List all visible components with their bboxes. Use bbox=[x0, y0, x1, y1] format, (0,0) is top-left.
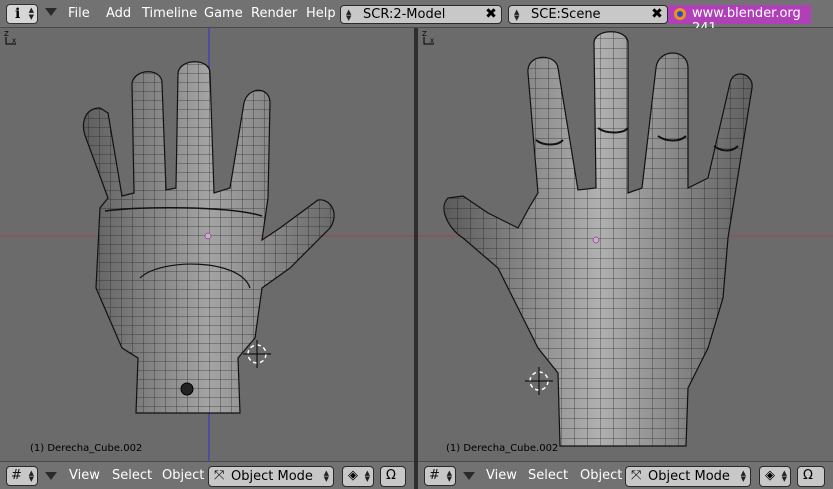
3d-cursor-icon bbox=[525, 367, 553, 395]
object-name-label: (1) Derecha_Cube.002 bbox=[446, 443, 559, 454]
menu-add[interactable]: Add bbox=[106, 6, 131, 21]
menu-object[interactable]: Object bbox=[580, 468, 622, 483]
up-down-icon: ▲ ▼ bbox=[323, 469, 329, 483]
scene-selector[interactable]: ▲ ▼ SCE:Scene ✖ bbox=[508, 5, 668, 24]
mode-selector[interactable]: ⤧ Object Mode ▲ ▼ bbox=[208, 466, 334, 487]
shading-icon: ◈ bbox=[765, 468, 775, 483]
up-down-icon: ▲ ▼ bbox=[514, 8, 520, 22]
up-down-icon: ▲ ▼ bbox=[446, 469, 452, 483]
svg-text:Z: Z bbox=[4, 30, 9, 38]
hand-mesh-back-view[interactable] bbox=[0, 28, 414, 461]
menu-timeline[interactable]: Timeline bbox=[142, 6, 197, 21]
up-down-icon: ▲ ▼ bbox=[28, 469, 34, 483]
info-icon: i bbox=[15, 6, 21, 22]
svg-text:Z: Z bbox=[422, 30, 427, 38]
menu-collapse-icon[interactable] bbox=[463, 472, 475, 480]
editor-type-button[interactable]: # ▲ ▼ bbox=[424, 466, 456, 486]
mode-label: Object Mode bbox=[648, 469, 730, 484]
hand-mesh-palm-view[interactable] bbox=[418, 28, 833, 461]
menu-file[interactable]: File bbox=[68, 6, 90, 21]
mode-label: Object Mode bbox=[231, 469, 313, 484]
menu-render[interactable]: Render bbox=[251, 6, 297, 21]
svg-text:X: X bbox=[430, 38, 434, 45]
svg-text:X: X bbox=[12, 38, 16, 45]
object-origin-marker bbox=[180, 382, 194, 396]
object-center-dot bbox=[592, 236, 600, 244]
shading-icon: ◈ bbox=[348, 468, 358, 483]
menu-select[interactable]: Select bbox=[112, 468, 152, 483]
object-name-label: (1) Derecha_Cube.002 bbox=[30, 443, 143, 454]
shading-selector[interactable]: ◈ ▲ ▼ bbox=[759, 466, 791, 487]
axis-icon: Z X bbox=[422, 30, 434, 45]
menu-collapse-icon[interactable] bbox=[45, 472, 57, 480]
grid-icon: # bbox=[11, 468, 22, 483]
up-down-icon: ▲ ▼ bbox=[781, 469, 787, 483]
viewport-header-left: # ▲ ▼ View Select Object ⤧ Object Mode ▲ ▼… bbox=[0, 461, 414, 489]
up-down-icon: ▲ ▼ bbox=[364, 469, 370, 483]
pivot-selector[interactable]: Ω bbox=[797, 466, 825, 487]
menu-game[interactable]: Game bbox=[204, 6, 243, 21]
menu-help[interactable]: Help bbox=[306, 6, 336, 21]
close-icon[interactable]: ✖ bbox=[484, 7, 498, 21]
menu-select[interactable]: Select bbox=[528, 468, 568, 483]
scene-name[interactable]: SCE:Scene bbox=[531, 7, 601, 22]
menu-object[interactable]: Object bbox=[162, 468, 204, 483]
shading-selector[interactable]: ◈ ▲ ▼ bbox=[342, 466, 374, 487]
screen-selector[interactable]: ▲ ▼ SCR:2-Model ✖ bbox=[340, 5, 502, 24]
menu-view[interactable]: View bbox=[69, 468, 100, 483]
info-window-button[interactable]: i ▲ ▼ bbox=[6, 4, 38, 24]
website-banner: www.blender.org 241 bbox=[668, 5, 811, 36]
object-mode-icon: ⤧ bbox=[214, 468, 225, 483]
menu-collapse-icon[interactable] bbox=[45, 8, 57, 16]
up-down-icon: ▲ ▼ bbox=[346, 8, 352, 22]
pivot-icon: Ω bbox=[386, 468, 396, 483]
object-center-dot bbox=[204, 232, 212, 240]
editor-type-button[interactable]: # ▲ ▼ bbox=[6, 466, 38, 486]
close-icon[interactable]: ✖ bbox=[650, 7, 664, 21]
mode-selector[interactable]: ⤧ Object Mode ▲ ▼ bbox=[625, 466, 751, 487]
screen-name[interactable]: SCR:2-Model bbox=[363, 7, 445, 22]
viewport-header-right: # ▲ ▼ View Select Object ⤧ Object Mode ▲ ▼… bbox=[418, 461, 833, 489]
up-down-icon: ▲ ▼ bbox=[28, 6, 34, 21]
axis-icon: Z X bbox=[4, 30, 16, 45]
viewport-left[interactable]: Z X (1) Derecha_Cube.002 bbox=[0, 28, 414, 461]
up-down-icon: ▲ ▼ bbox=[740, 469, 746, 483]
blender-logo-icon bbox=[674, 8, 686, 20]
top-header: i ▲ ▼ File Add Timeline Game Render Help … bbox=[0, 0, 833, 36]
viewport-right[interactable]: Z X (1) Derecha_Cube.002 bbox=[418, 28, 833, 461]
pivot-selector[interactable]: Ω bbox=[380, 466, 406, 487]
pivot-icon: Ω bbox=[803, 468, 813, 483]
menu-view[interactable]: View bbox=[486, 468, 517, 483]
grid-icon: # bbox=[429, 468, 440, 483]
object-mode-icon: ⤧ bbox=[631, 468, 642, 483]
